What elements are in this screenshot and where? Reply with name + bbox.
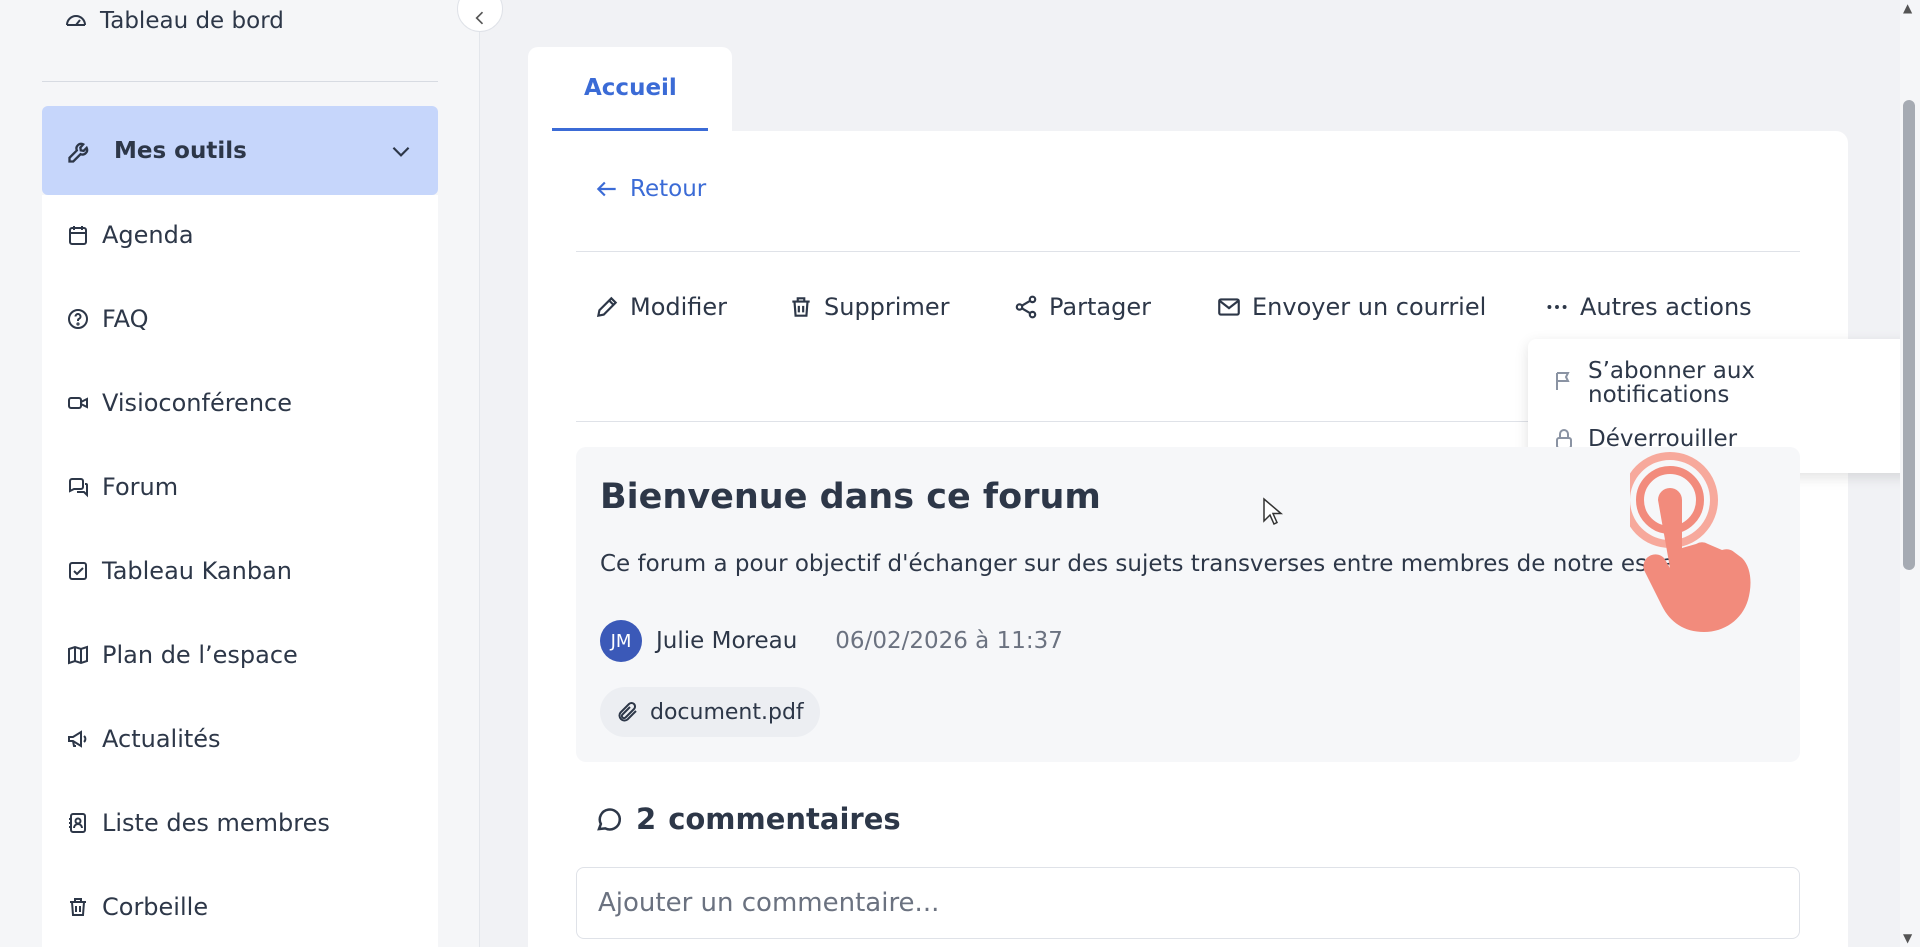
mail-icon	[1218, 298, 1240, 316]
sidebar-item-members[interactable]: Liste des membres	[66, 809, 330, 837]
avatar: JM	[600, 620, 642, 662]
sidebar-section-label: Mes outils	[114, 137, 247, 164]
back-label: Retour	[630, 176, 707, 202]
megaphone-icon	[68, 730, 87, 748]
sidebar-item-dashboard[interactable]: Tableau de bord	[64, 8, 284, 34]
sidebar-item-label: Plan de l’espace	[102, 641, 298, 669]
menu-item-label-line: notifications	[1588, 382, 1730, 408]
comments-header: 2 commentaires	[594, 802, 901, 836]
map-icon	[68, 645, 88, 665]
chat-bubbles-icon	[69, 478, 88, 498]
arrow-left-icon	[596, 181, 616, 197]
sidebar-item-agenda[interactable]: Agenda	[66, 221, 194, 249]
sidebar-divider	[42, 81, 438, 82]
menu-item-subscribe[interactable]: S’abonner aux notifications	[1552, 359, 1755, 407]
post-author: JM Julie Moreau 06/02/2026 à 11:37	[600, 620, 1063, 662]
sidebar-item-video[interactable]: Visioconférence	[66, 389, 292, 417]
tab-home[interactable]: Accueil	[528, 47, 732, 131]
divider	[576, 251, 1800, 252]
chevron-left-icon	[475, 11, 484, 25]
comments-count: 2	[636, 802, 657, 836]
button-label: Supprimer	[824, 293, 950, 321]
send-email-button[interactable]: Envoyer un courriel	[1216, 290, 1486, 324]
menu-item-label: S’abonner aux notifications	[1588, 359, 1755, 407]
sidebar-section-my-tools[interactable]: Mes outils	[42, 106, 438, 195]
sidebar-item-label: Tableau Kanban	[102, 557, 292, 585]
sidebar-item-label: Visioconférence	[102, 389, 292, 417]
calendar-icon	[69, 226, 87, 245]
sidebar-item-label: Corbeille	[102, 893, 209, 921]
trash-icon	[792, 297, 810, 317]
pencil-icon	[596, 296, 618, 318]
sidebar-item-news[interactable]: Actualités	[66, 725, 221, 753]
sidebar-item-label: Forum	[102, 473, 179, 501]
more-horizontal-icon	[1547, 305, 1567, 309]
button-label: Envoyer un courriel	[1252, 293, 1487, 321]
sidebar-item-kanban[interactable]: Tableau Kanban	[66, 557, 292, 585]
comment-icon	[597, 808, 622, 831]
sidebar-item-label: FAQ	[102, 305, 149, 333]
back-link[interactable]: Retour	[594, 176, 706, 202]
sidebar-item-space-map[interactable]: Plan de l’espace	[66, 641, 298, 669]
menu-item-label-line: S’abonner aux	[1588, 358, 1756, 384]
sidebar-item-label: Tableau de bord	[100, 8, 284, 34]
sidebar-item-forum[interactable]: Forum	[66, 473, 178, 501]
comments-label: commentaires	[668, 802, 901, 836]
flag-icon	[1556, 372, 1570, 390]
sidebar-item-label: Actualités	[102, 725, 221, 753]
scrollbar-thumb[interactable]	[1903, 100, 1915, 570]
share-button[interactable]: Partager	[1013, 290, 1151, 324]
more-actions-button[interactable]: Autres actions	[1544, 290, 1752, 324]
tab-label: Accueil	[584, 75, 677, 101]
contact-book-icon	[69, 813, 86, 833]
scroll-up-icon[interactable]: ▲	[1903, 2, 1917, 14]
touch-hand-icon	[1630, 452, 1751, 632]
edit-button[interactable]: Modifier	[594, 290, 727, 324]
button-label: Partager	[1049, 293, 1151, 321]
forum-post: Bienvenue dans ce forum Ce forum a pour …	[576, 447, 1800, 762]
gauge-icon	[66, 15, 86, 26]
trash-icon	[70, 898, 86, 916]
share-icon	[1015, 295, 1037, 319]
help-circle-icon	[68, 309, 88, 329]
post-description: Ce forum a pour objectif d'échanger sur …	[600, 551, 1710, 577]
post-title: Bienvenue dans ce forum	[600, 477, 1101, 517]
delete-button[interactable]: Supprimer	[788, 290, 949, 324]
checkbox-icon	[69, 562, 87, 580]
chevron-down-icon	[392, 146, 410, 157]
sidebar-item-label: Liste des membres	[102, 809, 330, 837]
sidebar-tools-list: Agenda FAQ Visioconférence Forum Tableau…	[42, 195, 438, 947]
attachment-name: document.pdf	[650, 699, 804, 725]
mouse-cursor-icon	[1263, 497, 1284, 526]
video-icon	[68, 397, 88, 409]
sidebar-item-trash[interactable]: Corbeille	[66, 893, 208, 921]
sidebar: Tableau de bord Mes outils Agenda FAQ Vi…	[0, 0, 480, 947]
sidebar-item-label: Agenda	[102, 221, 194, 249]
sidebar-item-faq[interactable]: FAQ	[66, 305, 149, 333]
button-label: Modifier	[630, 293, 728, 321]
scroll-down-icon[interactable]: ▼	[1903, 932, 1917, 944]
post-date: 06/02/2026 à 11:37	[835, 628, 1063, 654]
wrench-icon	[68, 142, 89, 163]
paperclip-icon	[618, 701, 637, 722]
author-name: Julie Moreau	[656, 628, 798, 654]
comment-input[interactable]	[576, 867, 1800, 939]
button-label: Autres actions	[1580, 293, 1752, 321]
attachment-chip[interactable]: document.pdf	[600, 687, 820, 737]
